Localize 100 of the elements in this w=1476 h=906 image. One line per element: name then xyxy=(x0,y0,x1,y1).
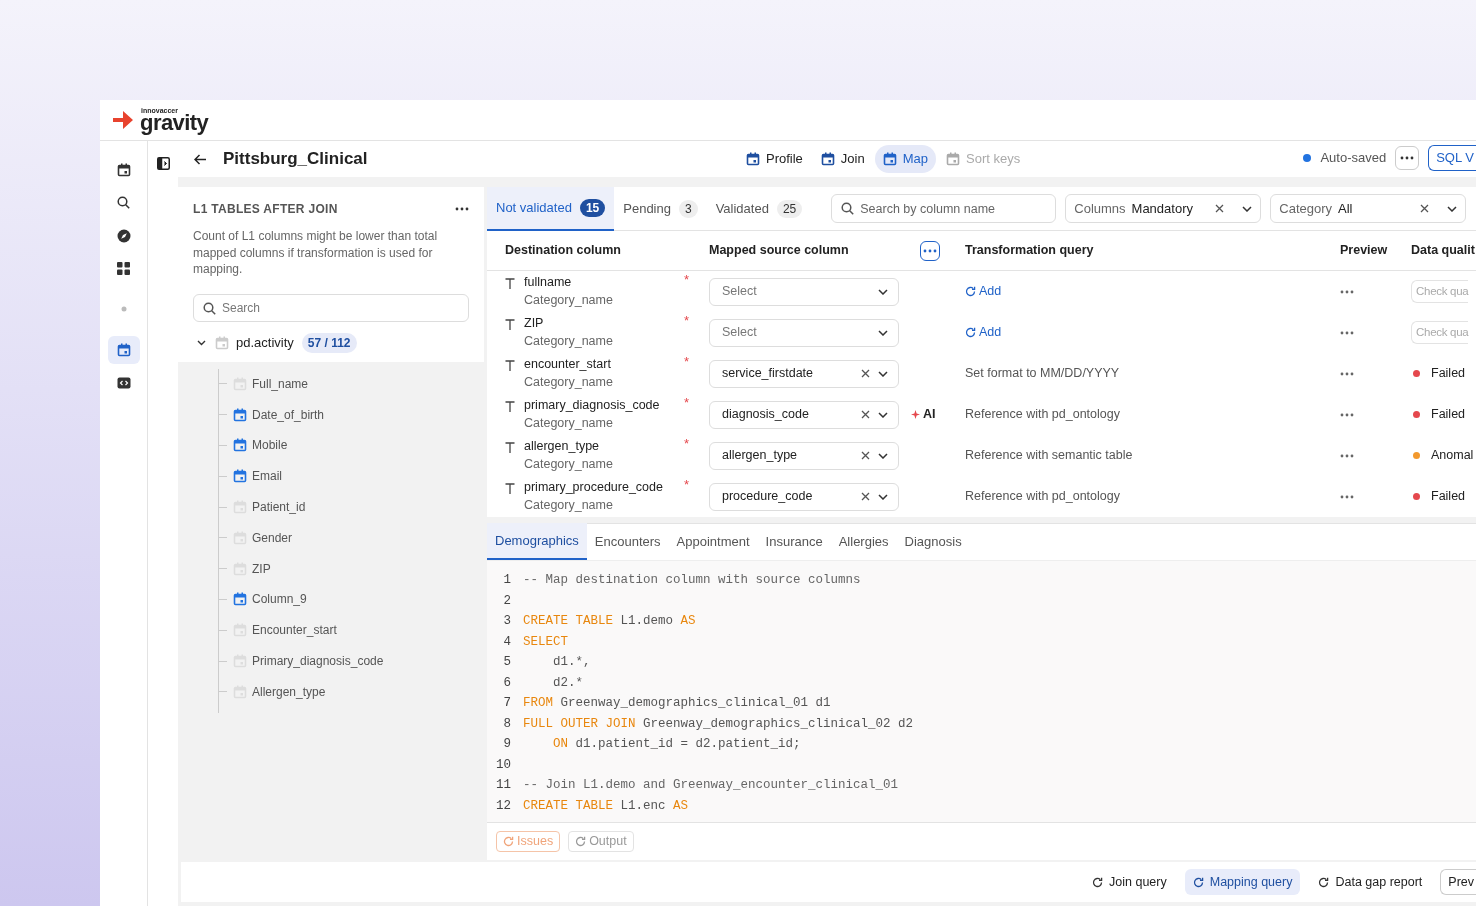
line-number: 2 xyxy=(502,592,512,610)
compass-icon xyxy=(116,228,131,243)
status-tab[interactable]: Validated 25 xyxy=(706,186,812,231)
line-number: 1 xyxy=(502,572,512,589)
status-tab[interactable]: Not validated 15 xyxy=(487,186,615,231)
sql-button[interactable]: SQL V xyxy=(1428,145,1476,171)
chevron-down-icon[interactable] xyxy=(878,288,888,295)
clear-icon[interactable] xyxy=(1215,204,1225,213)
source-select[interactable]: diagnosis_code xyxy=(709,400,899,429)
search-field[interactable]: Search by column name xyxy=(831,194,1057,223)
add-link[interactable]: Add xyxy=(965,323,1002,342)
refresh-icon xyxy=(503,836,514,847)
column-header: Preview xyxy=(1340,242,1389,260)
refresh-icon xyxy=(965,327,976,338)
clear-icon[interactable] xyxy=(861,492,870,501)
code-tab[interactable]: Diagnosis xyxy=(896,523,970,560)
clear-icon[interactable] xyxy=(861,369,870,378)
source-select[interactable]: Select xyxy=(709,318,899,347)
more-icon[interactable] xyxy=(1340,494,1354,499)
code-tab[interactable]: Appointment xyxy=(668,523,758,560)
tree-item[interactable]: Patient_id xyxy=(252,498,306,517)
chevron-down-icon[interactable] xyxy=(878,411,888,418)
rail-item[interactable] xyxy=(107,335,140,364)
source-select[interactable]: procedure_code xyxy=(709,482,899,511)
calendar-icon xyxy=(116,342,131,357)
more-icon[interactable] xyxy=(1340,412,1354,417)
code-icon xyxy=(116,375,131,390)
nav-tab[interactable]: Map xyxy=(874,145,936,173)
back-arrow-icon[interactable] xyxy=(194,153,207,165)
more-icon[interactable] xyxy=(1340,289,1354,294)
count-badge: 25 xyxy=(776,199,803,218)
chevron-down-icon[interactable] xyxy=(1447,205,1458,212)
more-icon[interactable] xyxy=(1340,453,1354,458)
required-marker: * xyxy=(682,315,689,327)
count-badge: 57 / 112 xyxy=(301,332,357,353)
code-tab[interactable]: Encounters xyxy=(586,523,669,560)
more-icon[interactable] xyxy=(1400,156,1415,160)
clear-icon[interactable] xyxy=(861,410,870,419)
required-marker: * xyxy=(682,397,689,409)
source-select[interactable]: allergen_type xyxy=(709,441,899,470)
tree-item[interactable]: Allergen_type xyxy=(252,682,326,701)
column-name: primary_procedure_code xyxy=(524,479,663,496)
logo-name: gravity xyxy=(140,111,209,134)
chevron-down-icon[interactable] xyxy=(1242,205,1253,212)
tree-item[interactable]: Email xyxy=(252,467,282,486)
tree-item[interactable]: ZIP xyxy=(252,559,271,578)
add-link[interactable]: Add xyxy=(965,282,1002,301)
code-tab[interactable]: Demographics xyxy=(487,523,587,560)
source-select[interactable]: service_firstdate xyxy=(709,359,899,388)
code-line: -- Map destination column with source columns xyxy=(523,572,861,589)
footer-button[interactable]: Data gap report xyxy=(1310,869,1431,895)
filter-dropdown[interactable]: Columns Mandatory xyxy=(1065,194,1262,223)
more-icon[interactable] xyxy=(455,207,469,211)
footer-button[interactable]: Join query xyxy=(1084,869,1175,895)
tree-item[interactable]: Mobile xyxy=(252,436,288,455)
clear-icon[interactable] xyxy=(1420,204,1430,213)
required-marker: * xyxy=(682,438,689,450)
tree-item[interactable]: Full_name xyxy=(252,374,309,393)
search-icon xyxy=(203,301,216,315)
line-number: 10 xyxy=(495,756,512,774)
clear-icon[interactable] xyxy=(861,451,870,460)
calendar-icon xyxy=(946,152,960,166)
text-type-icon xyxy=(505,360,515,371)
status-tab[interactable]: Pending 3 xyxy=(614,186,707,231)
more-icon[interactable] xyxy=(923,248,937,253)
more-icon[interactable] xyxy=(1340,371,1354,376)
tree-item[interactable]: Date_of_birth xyxy=(252,405,325,424)
tree-item[interactable]: Primary_diagnosis_code xyxy=(252,652,384,671)
column-options-button[interactable] xyxy=(920,240,940,261)
chevron-down-icon[interactable] xyxy=(878,493,888,500)
chevron-down-icon[interactable] xyxy=(878,370,888,377)
more-icon[interactable] xyxy=(1340,330,1354,335)
sparkle-icon xyxy=(911,410,920,419)
tree-item[interactable]: Column_9 xyxy=(252,590,307,609)
code-line: d1.*, xyxy=(552,654,591,671)
search-field[interactable]: Search xyxy=(193,293,469,322)
chevron-down-icon[interactable] xyxy=(878,452,888,459)
column-header: Mapped source column xyxy=(709,242,850,260)
required-marker: * xyxy=(682,479,689,491)
footer-button[interactable]: Mapping query xyxy=(1184,869,1301,895)
category-name: Category_name xyxy=(524,497,614,514)
transformation-text: Reference with pd_ontology xyxy=(965,488,1120,506)
column-header: Data qualit xyxy=(1411,242,1476,260)
chevron-down-icon[interactable] xyxy=(197,339,206,346)
line-number: 5 xyxy=(502,654,512,671)
nav-tab[interactable]: Join xyxy=(812,145,873,173)
panel-toggle-icon[interactable] xyxy=(156,157,170,170)
code-tab[interactable]: Allergies xyxy=(830,523,897,560)
tree-node[interactable]: pd.activity xyxy=(236,332,294,353)
chevron-down-icon[interactable] xyxy=(878,329,888,336)
filter-dropdown[interactable]: Category All xyxy=(1270,194,1467,223)
refresh-icon xyxy=(575,836,587,847)
column-header: Destination column xyxy=(505,242,622,260)
tree-item[interactable]: Gender xyxy=(252,528,293,547)
footer-button[interactable]: Prev xyxy=(1440,869,1476,895)
nav-tab[interactable]: Profile xyxy=(738,145,811,173)
line-number: 8 xyxy=(502,715,512,733)
tree-item[interactable]: Encounter_start xyxy=(252,621,337,640)
code-tab[interactable]: Insurance xyxy=(757,523,831,560)
source-select[interactable]: Select xyxy=(709,277,899,306)
